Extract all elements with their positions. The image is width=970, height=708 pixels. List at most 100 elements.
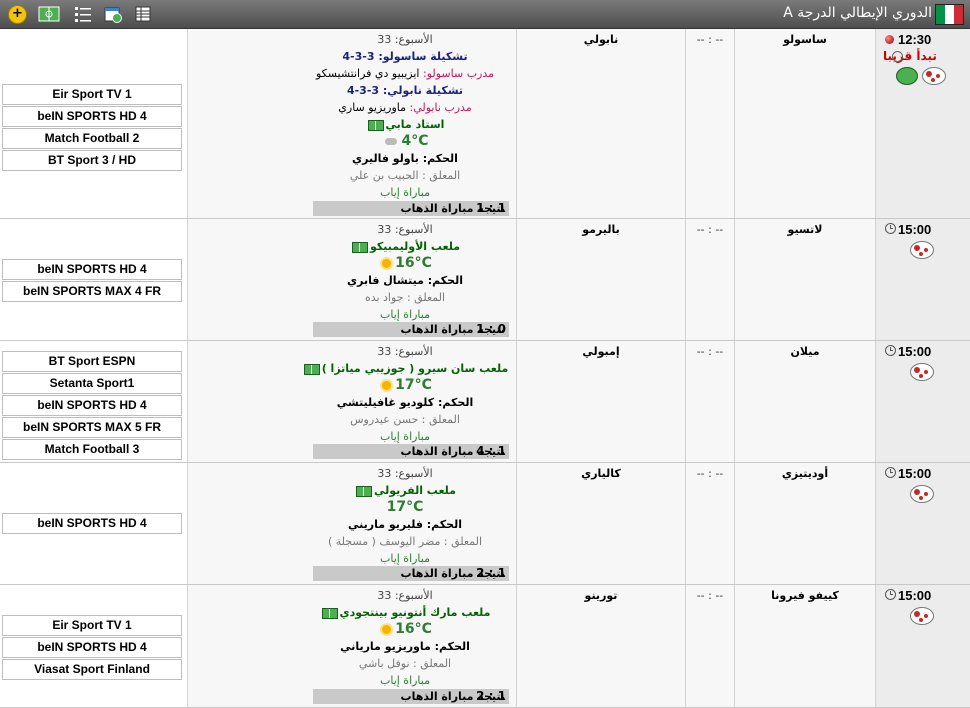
list-icon[interactable] xyxy=(74,5,92,23)
match-row[interactable]: Eir Sport TV 1 beIN SPORTS HD 4 Match Fo… xyxy=(0,29,970,219)
home-team-cell[interactable]: ميلان xyxy=(735,341,876,462)
home-team[interactable]: ميلان xyxy=(735,345,875,358)
home-team[interactable]: كييفو فيرونا xyxy=(735,589,875,602)
commentator: المعلق : جواد بده xyxy=(364,291,446,304)
match-info-cell: الأسبوع: 33 ملعب الفريولي 17°C الحكم: فل… xyxy=(188,463,517,584)
channel-item[interactable]: beIN SPORTS HD 4 xyxy=(2,106,182,127)
week-label: الأسبوع: 33 xyxy=(377,223,433,236)
channel-item[interactable]: BT Sport ESPN xyxy=(2,351,182,372)
home-team-cell[interactable]: كييفو فيرونا xyxy=(735,585,876,707)
away-team[interactable]: كالياري xyxy=(517,467,685,480)
away-team-cell[interactable]: كالياري xyxy=(517,463,686,584)
channel-item[interactable]: Viasat Sport Finland xyxy=(2,659,182,680)
score-cell: -- : -- xyxy=(686,585,735,707)
green-ball-icon[interactable] xyxy=(896,67,918,85)
channel-item[interactable]: beIN SPORTS HD 4 xyxy=(2,637,182,658)
away-team-cell[interactable]: تورينو xyxy=(517,585,686,707)
channel-item[interactable]: Match Football 3 xyxy=(2,439,182,460)
venue-name: ملعب سان سيرو ( جوزيبي مياتزا ) xyxy=(321,362,509,375)
home-team[interactable]: ساسولو xyxy=(735,33,875,46)
commentator: المعلق : مضر اليوسف ( مسجلة ) xyxy=(327,535,483,548)
score-cell: -- : -- xyxy=(686,341,735,462)
venue-name: استاد مابي xyxy=(385,118,445,131)
sunny-icon xyxy=(382,624,392,634)
channels-cell: beIN SPORTS HD 4 xyxy=(0,463,188,584)
channel-item[interactable]: beIN SPORTS HD 4 xyxy=(2,259,182,280)
time-cell: 15:00 xyxy=(876,585,970,707)
score-cell: -- : -- xyxy=(686,219,735,340)
commentator: المعلق : الحبيب بن علي xyxy=(349,169,461,182)
channel-item[interactable]: beIN SPORTS MAX 4 FR xyxy=(2,281,182,302)
temperature: 4°C xyxy=(401,133,429,149)
venue-name: ملعب مارك أنتونيو بينتجودي xyxy=(339,606,491,619)
clock-icon xyxy=(885,589,896,600)
match-row[interactable]: beIN SPORTS HD 4 الأسبوع: 33 ملعب الفريو… xyxy=(0,463,970,585)
channels-cell: Eir Sport TV 1 beIN SPORTS HD 4 Viasat S… xyxy=(0,585,188,707)
ball-icon[interactable] xyxy=(922,67,946,85)
away-team[interactable]: نابولي xyxy=(517,33,685,46)
score: -- : -- xyxy=(696,589,724,602)
leg-label: مباراة إياب xyxy=(379,552,430,565)
ball-icon[interactable] xyxy=(910,485,934,503)
channel-item[interactable]: Setanta Sport1 xyxy=(2,373,182,394)
score-cell: -- : -- xyxy=(686,463,735,584)
referee: الحكم: فليريو ماريني xyxy=(348,518,462,531)
sunny-icon xyxy=(382,380,392,390)
channel-item[interactable]: BT Sport 3 / HD xyxy=(2,150,182,171)
add-button[interactable]: + xyxy=(8,5,27,24)
away-team[interactable]: إمبولي xyxy=(517,345,685,358)
ball-icon[interactable] xyxy=(910,607,934,625)
referee: الحكم: كلوديو غافيليتشي xyxy=(336,396,474,409)
match-time: 15:00 xyxy=(898,588,932,603)
channel-item[interactable]: Eir Sport TV 1 xyxy=(2,84,182,105)
home-team[interactable]: أوديتيزي xyxy=(735,467,875,480)
channel-item[interactable]: beIN SPORTS HD 4 xyxy=(2,513,182,534)
table-icon[interactable] xyxy=(134,5,152,23)
clock-icon xyxy=(885,223,896,234)
match-info-cell: الأسبوع: 33 تشكيلة ساسولو: 3-3-4 مدرب سا… xyxy=(188,29,517,218)
pitch-icon[interactable] xyxy=(38,5,60,23)
ball-icon[interactable] xyxy=(910,241,934,259)
live-dot-icon xyxy=(885,35,894,44)
leg-label: مباراة إياب xyxy=(379,430,430,443)
calendar-clock-icon[interactable] xyxy=(104,5,122,23)
home-coach: ايزيبيو دي فرانتشيسكو xyxy=(315,67,420,80)
first-leg-score: 1 : 0 xyxy=(476,322,506,336)
match-row[interactable]: beIN SPORTS HD 4 beIN SPORTS MAX 4 FR ال… xyxy=(0,219,970,341)
match-time: 15:00 xyxy=(898,344,932,359)
channel-item[interactable]: beIN SPORTS MAX 5 FR xyxy=(2,417,182,438)
home-team-cell[interactable]: ساسولو xyxy=(735,29,876,218)
referee: الحكم: ماوريزيو مارياني xyxy=(340,640,470,653)
leg-label: مباراة إياب xyxy=(379,308,430,321)
first-leg-score: 4 : 1 xyxy=(476,444,506,458)
channel-item[interactable]: Match Football 2 xyxy=(2,128,182,149)
away-team[interactable]: باليرمو xyxy=(517,223,685,236)
home-formation: تشكيلة ساسولو: 3-3-4 xyxy=(342,50,468,63)
home-team-cell[interactable]: أوديتيزي xyxy=(735,463,876,584)
channel-item[interactable]: Eir Sport TV 1 xyxy=(2,615,182,636)
ball-icon[interactable] xyxy=(910,363,934,381)
match-info-cell: الأسبوع: 33 ملعب الأوليمبيكو 16°C الحكم:… xyxy=(188,219,517,340)
away-team-cell[interactable]: باليرمو xyxy=(517,219,686,340)
home-team[interactable]: لاتسيو xyxy=(735,223,875,236)
away-team-cell[interactable]: نابولي xyxy=(517,29,686,218)
away-team-cell[interactable]: إمبولي xyxy=(517,341,686,462)
score: -- : -- xyxy=(696,33,724,46)
stadium-icon xyxy=(351,241,368,253)
commentator: المعلق : نوفل باشي xyxy=(358,657,452,670)
match-row[interactable]: BT Sport ESPN Setanta Sport1 beIN SPORTS… xyxy=(0,341,970,463)
week-label: الأسبوع: 33 xyxy=(377,345,433,358)
away-coach: ماوريزيو ساري xyxy=(338,101,406,114)
league-title: الدوري الإيطالي الدرجة A xyxy=(783,5,932,21)
referee: الحكم: باولو فاليري xyxy=(352,152,458,165)
temperature: 17°C xyxy=(395,377,432,393)
home-team-cell[interactable]: لاتسيو xyxy=(735,219,876,340)
leg-label: مباراة إياب xyxy=(379,674,430,687)
away-team[interactable]: تورينو xyxy=(517,589,685,602)
match-row[interactable]: Eir Sport TV 1 beIN SPORTS HD 4 Viasat S… xyxy=(0,585,970,708)
first-leg-score: 2 : 1 xyxy=(476,689,506,703)
venue-name: ملعب الأوليمبيكو xyxy=(369,240,461,253)
channel-item[interactable]: beIN SPORTS HD 4 xyxy=(2,395,182,416)
week-label: الأسبوع: 33 xyxy=(377,33,433,46)
score-cell: -- : -- xyxy=(686,29,735,218)
